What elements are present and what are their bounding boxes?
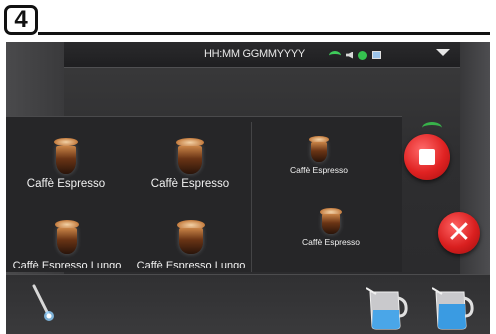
drink-espresso-2[interactable]: Caffè Espresso	[142, 138, 238, 190]
computer-icon	[372, 51, 381, 59]
close-icon: ✕	[446, 215, 472, 250]
datetime-label: HH:MM GGMMYYYY	[204, 48, 305, 60]
wifi-icon	[329, 50, 341, 60]
drink-espresso-lungo-2[interactable]: Caffè Espresso Lungo	[132, 220, 250, 268]
drink-label: Caffè Espresso	[150, 178, 230, 190]
step-number-badge: 4	[4, 5, 38, 35]
bottom-toolbar	[6, 274, 490, 334]
steam-wand-icon[interactable]	[28, 284, 56, 322]
cancel-button[interactable]: ✕	[438, 212, 480, 254]
espresso-double-cup-icon	[318, 208, 344, 234]
espresso-cup-icon	[307, 136, 331, 162]
espresso-double-cup-icon	[173, 138, 207, 174]
step-divider	[38, 32, 490, 35]
drink-espresso-lungo-1[interactable]: Caffè Espresso Lungo	[8, 220, 126, 268]
drink-espresso-4[interactable]: Caffè Espresso	[288, 208, 374, 247]
drink-label: Caffè Espresso Lungo	[12, 260, 122, 268]
machine-display: HH:MM GGMMYYYY Caffè Espresso Caffè Espr…	[6, 42, 490, 334]
speaker-icon	[346, 51, 353, 59]
drink-label: Caffè Espresso	[302, 237, 360, 247]
drink-label: Caffè Espresso	[26, 178, 106, 190]
espresso-cup-icon	[51, 138, 81, 174]
status-bar: HH:MM GGMMYYYY	[64, 42, 460, 68]
stop-button[interactable]	[404, 134, 450, 180]
status-dot-icon	[358, 50, 367, 60]
espresso-lungo-cup-icon	[52, 220, 82, 254]
milk-jug-icon[interactable]	[432, 286, 474, 330]
drink-espresso-1[interactable]: Caffè Espresso	[18, 138, 114, 190]
chevron-down-icon[interactable]	[436, 49, 450, 56]
milk-jug-icon[interactable]	[366, 286, 408, 330]
drink-label: Caffè Espresso	[290, 165, 348, 175]
panel-divider	[251, 122, 252, 272]
status-icons	[329, 49, 381, 61]
espresso-lungo-double-cup-icon	[174, 220, 208, 254]
step-header: 4	[0, 0, 496, 42]
drink-espresso-3[interactable]: Caffè Espresso	[276, 136, 362, 175]
drink-label: Caffè Espresso Lungo	[136, 260, 246, 268]
leaf-icon	[422, 122, 442, 134]
